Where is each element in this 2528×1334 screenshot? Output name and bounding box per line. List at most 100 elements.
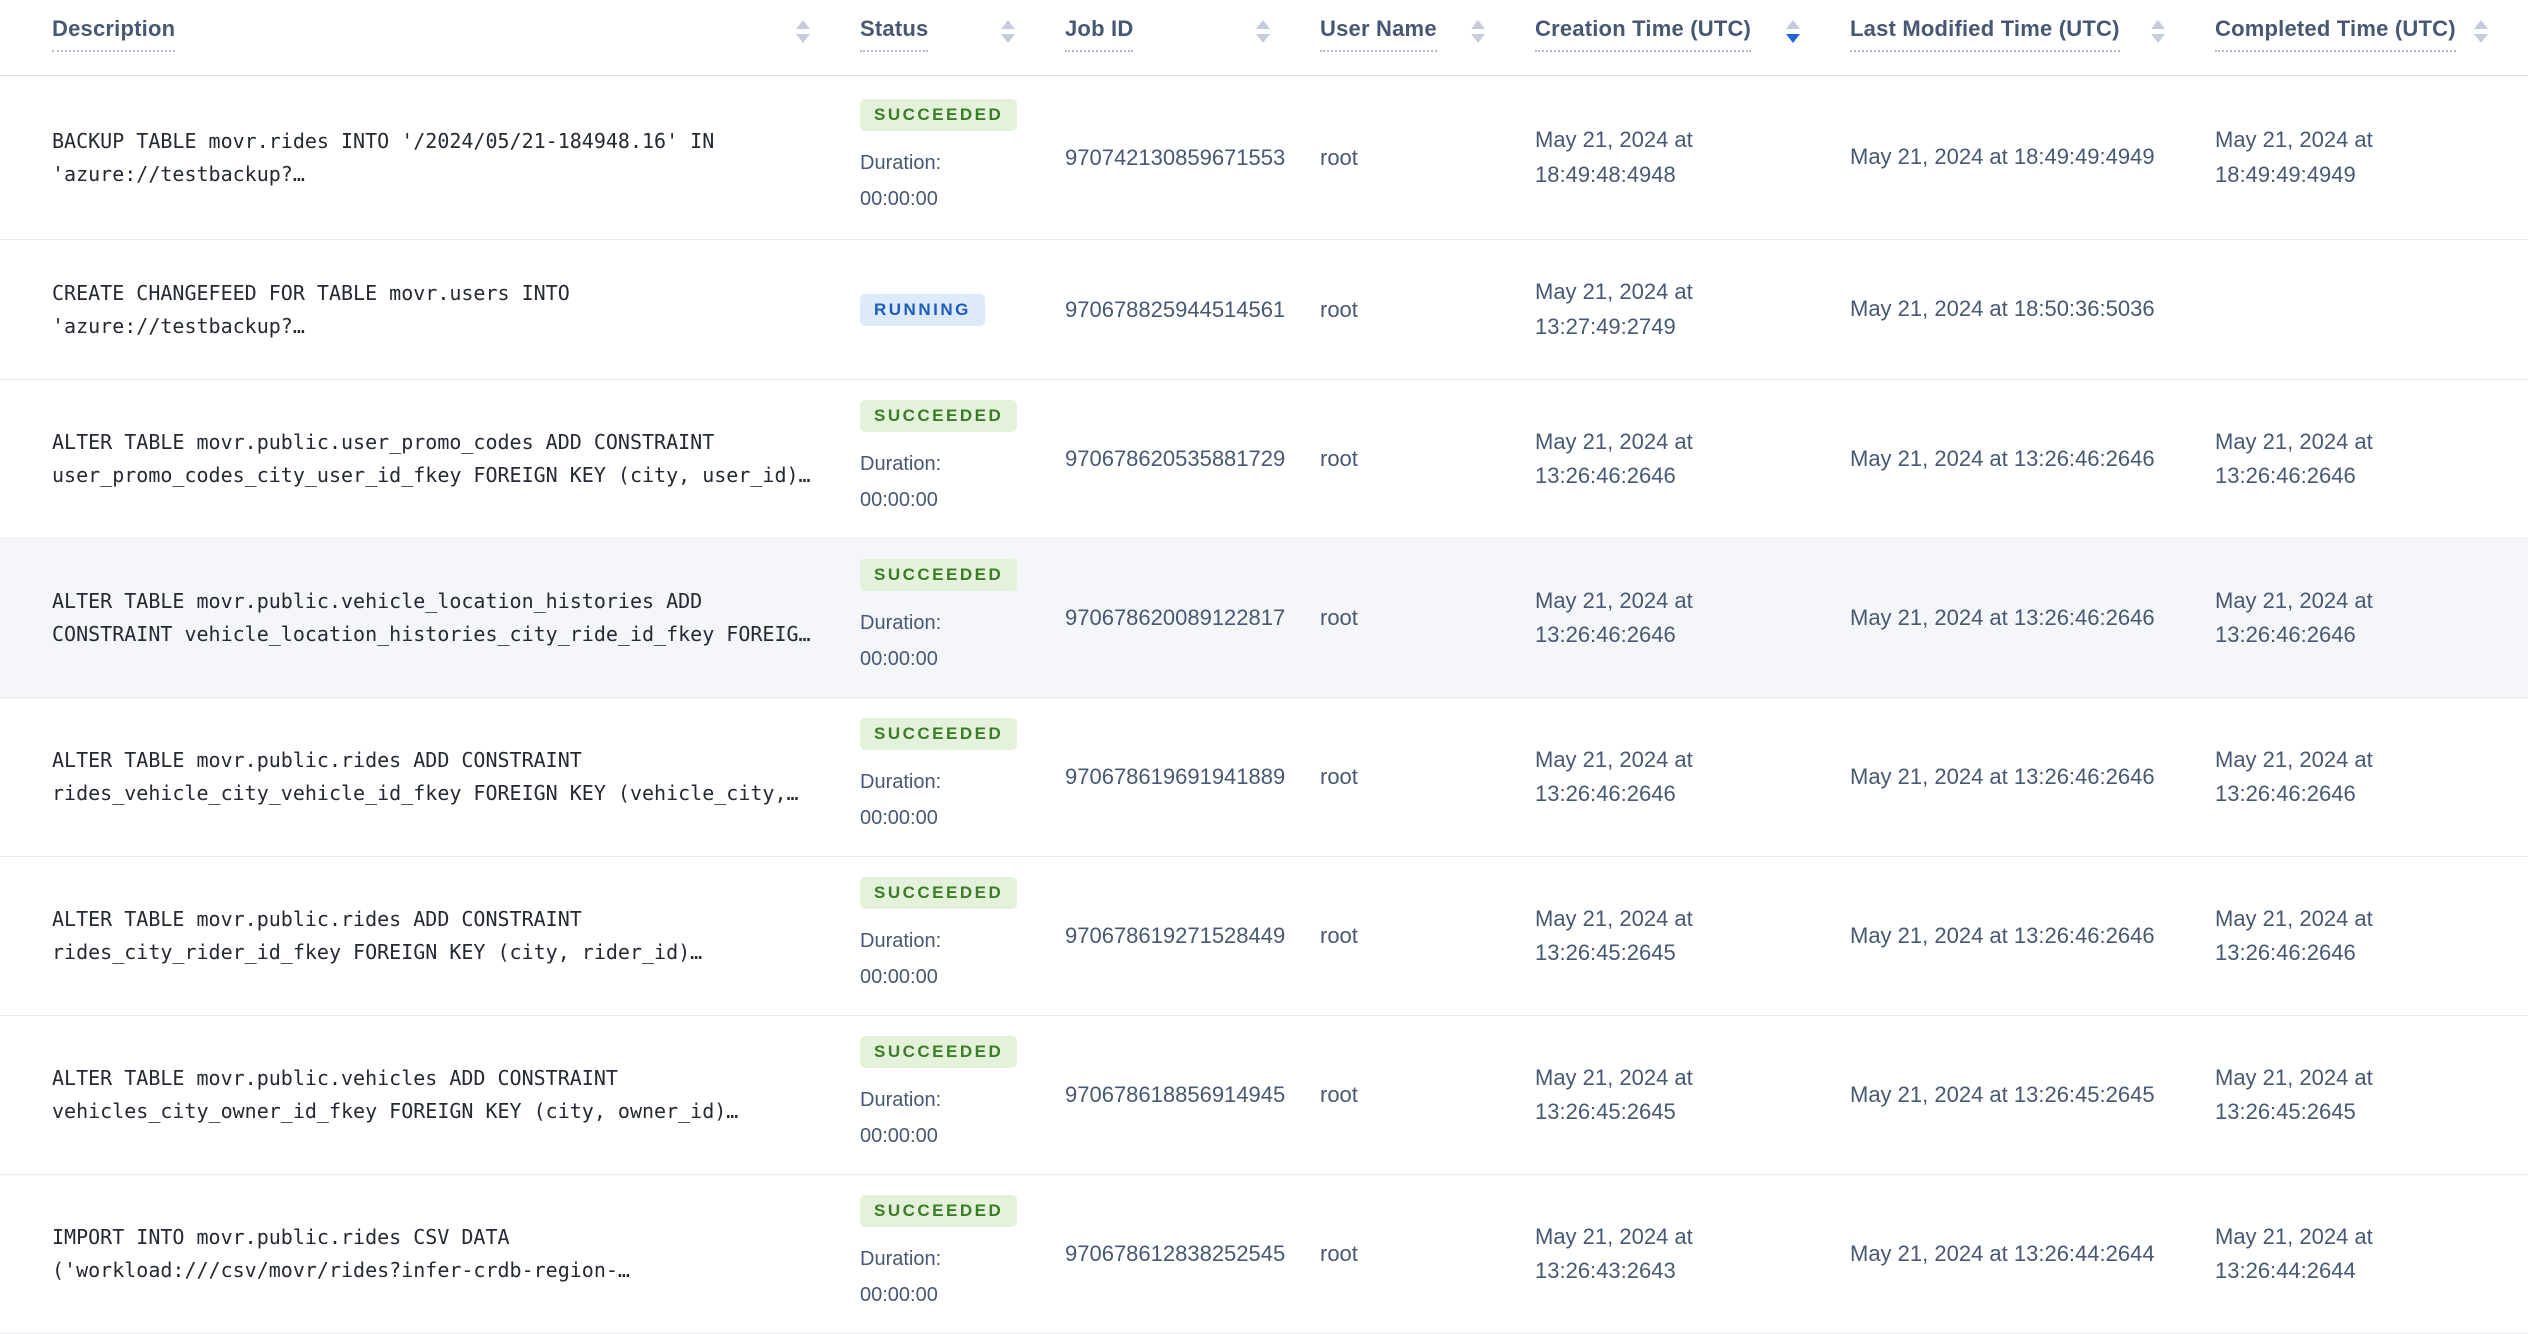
completed-time-value: May 21, 2024 at 13:26:44:2644 <box>2215 1223 2373 1283</box>
table-row[interactable]: BACKUP TABLE movr.rides INTO '/2024/05/2… <box>0 76 2528 240</box>
sort-icon[interactable] <box>1001 20 1015 43</box>
column-header-user-name[interactable]: User Name <box>1310 16 1525 53</box>
job-description-link[interactable]: ALTER TABLE movr.public.vehicles ADD CON… <box>52 1062 738 1128</box>
column-header-description[interactable]: Description <box>0 16 850 53</box>
job-duration: Duration: 00:00:00 <box>860 151 942 210</box>
user-name-value: root <box>1320 764 1358 789</box>
last-modified-time-value: May 21, 2024 at 13:26:44:2644 <box>1850 1240 2155 1266</box>
job-id-value: 970678619691941889 <box>1065 764 1286 789</box>
description-cell: ALTER TABLE movr.public.vehicles ADD CON… <box>0 1016 850 1174</box>
status-badge: SUCCEEDED <box>860 1036 1018 1068</box>
user-name-cell: root <box>1310 539 1525 697</box>
job-description-link[interactable]: ALTER TABLE movr.public.rides ADD CONSTR… <box>52 903 702 969</box>
column-header-label: User Name <box>1320 16 1437 53</box>
status-badge: SUCCEEDED <box>860 400 1018 432</box>
table-row[interactable]: CREATE CHANGEFEED FOR TABLE movr.users I… <box>0 240 2528 380</box>
job-id-value: 970678620535881729 <box>1065 446 1286 471</box>
status-cell: SUCCEEDED Duration: 00:00:00 <box>850 857 1055 1015</box>
table-row[interactable]: ALTER TABLE movr.public.user_promo_codes… <box>0 380 2528 539</box>
table-row[interactable]: ALTER TABLE movr.public.vehicle_location… <box>0 539 2528 698</box>
last-modified-time-cell: May 21, 2024 at 13:26:46:2646 <box>1840 698 2205 856</box>
creation-time-cell: May 21, 2024 at 18:49:48:4948 <box>1525 76 1840 239</box>
creation-time-cell: May 21, 2024 at 13:26:46:2646 <box>1525 539 1840 697</box>
job-id-value: 970678620089122817 <box>1065 605 1286 630</box>
table-row[interactable]: ALTER TABLE movr.public.rides ADD CONSTR… <box>0 857 2528 1016</box>
completed-time-cell <box>2205 240 2528 379</box>
completed-time-value: May 21, 2024 at 13:26:46:2646 <box>2215 587 2373 647</box>
completed-time-cell: May 21, 2024 at 13:26:46:2646 <box>2205 857 2528 1015</box>
description-cell: ALTER TABLE movr.public.user_promo_codes… <box>0 380 850 538</box>
completed-time-cell: May 21, 2024 at 13:26:44:2644 <box>2205 1175 2528 1333</box>
user-name-cell: root <box>1310 1016 1525 1174</box>
sort-icon[interactable] <box>2151 20 2165 43</box>
column-header-last-modified-time[interactable]: Last Modified Time (UTC) <box>1840 16 2205 53</box>
creation-time-value: May 21, 2024 at 13:26:46:2646 <box>1535 746 1693 806</box>
status-badge: SUCCEEDED <box>860 877 1018 909</box>
last-modified-time-cell: May 21, 2024 at 18:50:36:5036 <box>1840 240 2205 379</box>
user-name-cell: root <box>1310 76 1525 239</box>
creation-time-cell: May 21, 2024 at 13:26:46:2646 <box>1525 698 1840 856</box>
status-badge: SUCCEEDED <box>860 98 1018 131</box>
status-cell: SUCCEEDED Duration: 00:00:00 <box>850 1016 1055 1174</box>
job-description-link[interactable]: CREATE CHANGEFEED FOR TABLE movr.users I… <box>52 277 570 343</box>
job-description-link[interactable]: IMPORT INTO movr.public.rides CSV DATA (… <box>52 1221 630 1287</box>
user-name-value: root <box>1320 605 1358 630</box>
status-badge: SUCCEEDED <box>860 1195 1018 1227</box>
user-name-cell: root <box>1310 380 1525 538</box>
completed-time-cell: May 21, 2024 at 13:26:46:2646 <box>2205 698 2528 856</box>
job-id-value: 970678612838252545 <box>1065 1241 1286 1266</box>
table-row[interactable]: ALTER TABLE movr.public.vehicles ADD CON… <box>0 1016 2528 1175</box>
column-header-label: Job ID <box>1065 16 1134 53</box>
job-id-cell: 970678619691941889 <box>1055 698 1310 856</box>
job-duration: Duration: 00:00:00 <box>860 930 942 988</box>
last-modified-time-cell: May 21, 2024 at 13:26:45:2645 <box>1840 1016 2205 1174</box>
job-id-cell: 970678620535881729 <box>1055 380 1310 538</box>
job-description-link[interactable]: ALTER TABLE movr.public.user_promo_codes… <box>52 426 811 492</box>
column-header-status[interactable]: Status <box>850 16 1055 53</box>
last-modified-time-value: May 21, 2024 at 18:49:49:4949 <box>1850 144 2155 170</box>
column-header-label: Status <box>860 16 929 53</box>
status-badge: SUCCEEDED <box>860 718 1018 750</box>
column-header-completed-time[interactable]: Completed Time (UTC) <box>2205 16 2528 53</box>
status-cell: SUCCEEDED Duration: 00:00:00 <box>850 76 1055 239</box>
completed-time-value: May 21, 2024 at 13:26:46:2646 <box>2215 428 2373 488</box>
job-description-link[interactable]: ALTER TABLE movr.public.vehicle_location… <box>52 585 811 651</box>
table-row[interactable]: IMPORT INTO movr.public.rides CSV DATA (… <box>0 1175 2528 1334</box>
user-name-value: root <box>1320 296 1358 322</box>
job-id-value: 970678619271528449 <box>1065 923 1286 948</box>
last-modified-time-value: May 21, 2024 at 18:50:36:5036 <box>1850 296 2155 322</box>
last-modified-time-value: May 21, 2024 at 13:26:45:2645 <box>1850 1081 2155 1107</box>
status-cell: SUCCEEDED Duration: 00:00:00 <box>850 1175 1055 1333</box>
user-name-value: root <box>1320 144 1358 170</box>
job-description-link[interactable]: BACKUP TABLE movr.rides INTO '/2024/05/2… <box>52 125 714 191</box>
column-header-label: Creation Time (UTC) <box>1535 16 1752 53</box>
job-duration: Duration: 00:00:00 <box>860 1248 942 1306</box>
table-body: BACKUP TABLE movr.rides INTO '/2024/05/2… <box>0 76 2528 1334</box>
user-name-value: root <box>1320 1241 1358 1266</box>
user-name-value: root <box>1320 1082 1358 1107</box>
job-duration: Duration: 00:00:00 <box>860 453 942 511</box>
description-cell: CREATE CHANGEFEED FOR TABLE movr.users I… <box>0 240 850 379</box>
description-cell: ALTER TABLE movr.public.vehicle_location… <box>0 539 850 697</box>
user-name-value: root <box>1320 446 1358 471</box>
completed-time-cell: May 21, 2024 at 13:26:46:2646 <box>2205 539 2528 697</box>
sort-icon[interactable] <box>2474 20 2488 43</box>
status-cell: SUCCEEDED Duration: 00:00:00 <box>850 698 1055 856</box>
creation-time-value: May 21, 2024 at 13:26:45:2645 <box>1535 1064 1693 1124</box>
table-row[interactable]: ALTER TABLE movr.public.rides ADD CONSTR… <box>0 698 2528 857</box>
creation-time-value: May 21, 2024 at 13:26:46:2646 <box>1535 428 1693 488</box>
description-cell: BACKUP TABLE movr.rides INTO '/2024/05/2… <box>0 76 850 239</box>
completed-time-cell: May 21, 2024 at 13:26:45:2645 <box>2205 1016 2528 1174</box>
sort-icon[interactable] <box>1471 20 1485 43</box>
job-duration: Duration: 00:00:00 <box>860 1089 942 1147</box>
last-modified-time-cell: May 21, 2024 at 13:26:46:2646 <box>1840 539 2205 697</box>
sort-icon-active-desc[interactable] <box>1786 20 1800 43</box>
job-description-link[interactable]: ALTER TABLE movr.public.rides ADD CONSTR… <box>52 744 799 810</box>
sort-icon[interactable] <box>796 20 810 43</box>
sort-icon[interactable] <box>1256 20 1270 43</box>
column-header-creation-time[interactable]: Creation Time (UTC) <box>1525 16 1840 53</box>
creation-time-cell: May 21, 2024 at 13:26:45:2645 <box>1525 1016 1840 1174</box>
description-cell: ALTER TABLE movr.public.rides ADD CONSTR… <box>0 857 850 1015</box>
last-modified-time-cell: May 21, 2024 at 13:26:46:2646 <box>1840 857 2205 1015</box>
column-header-job-id[interactable]: Job ID <box>1055 16 1310 53</box>
